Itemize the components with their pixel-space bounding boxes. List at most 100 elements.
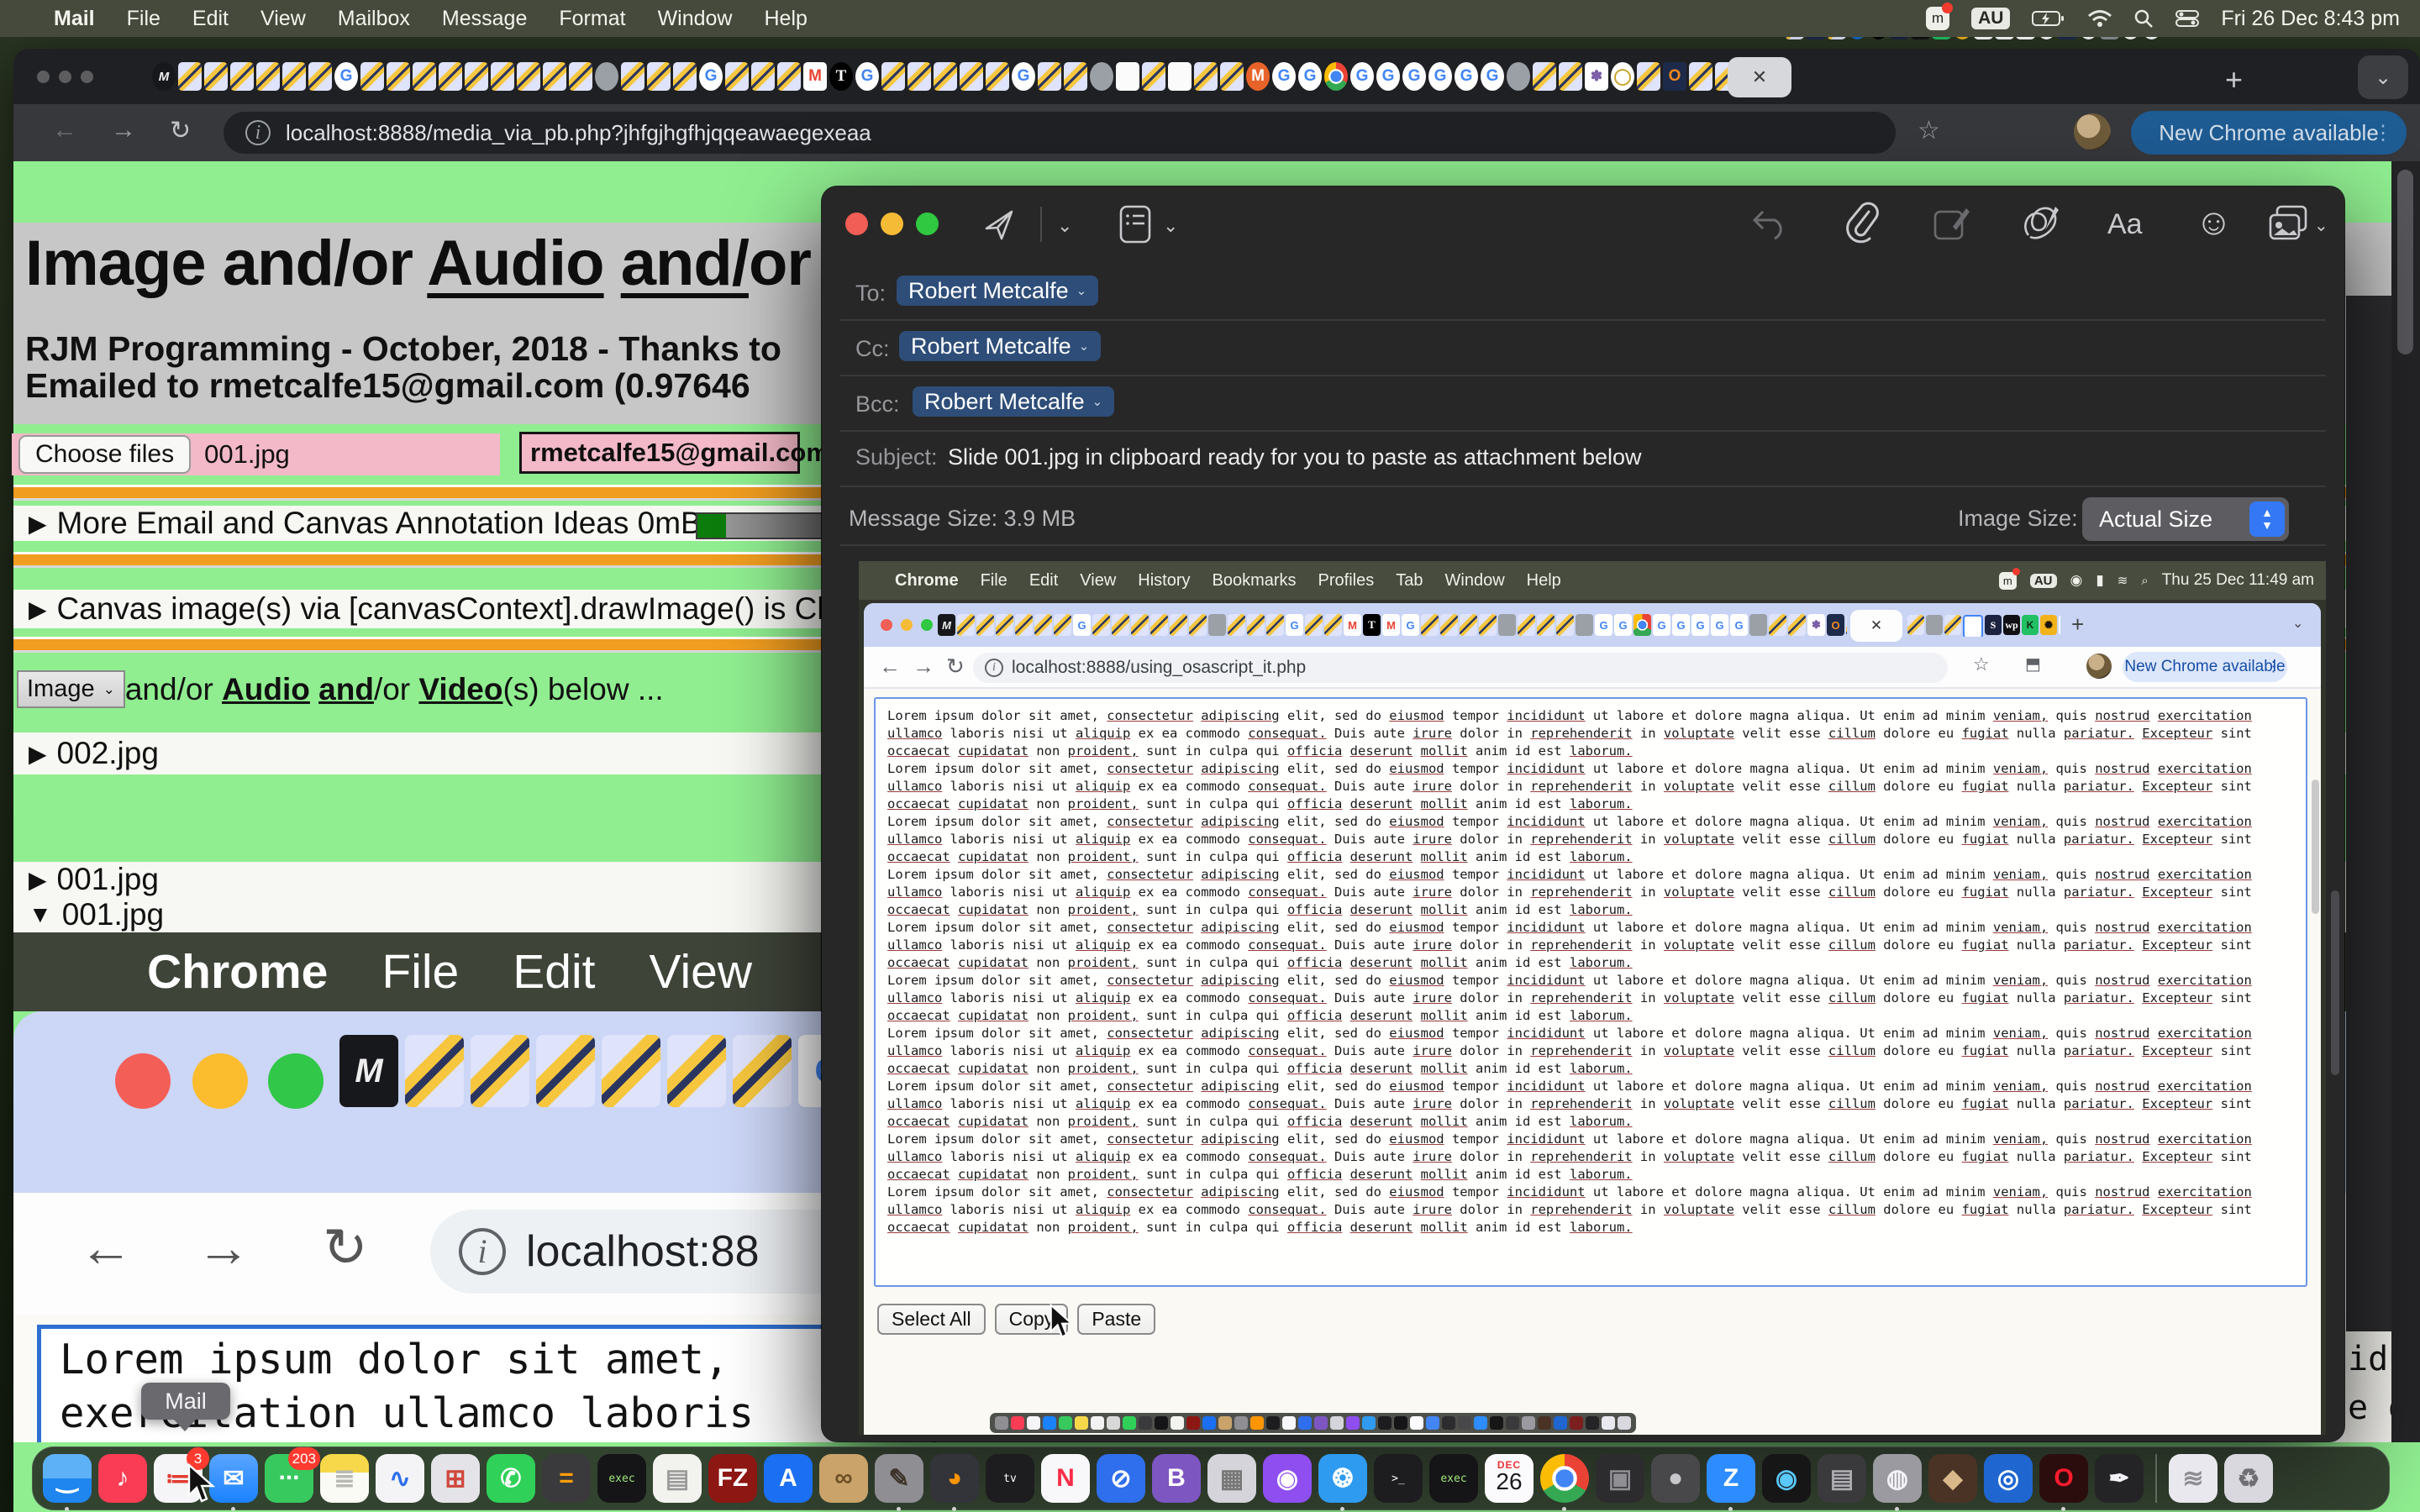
minimize-button-inactive[interactable]: [59, 71, 71, 83]
g-favicon[interactable]: G: [1691, 614, 1709, 636]
p-favicon[interactable]: [1559, 62, 1582, 91]
p-favicon[interactable]: [1228, 614, 1245, 636]
t-favicon[interactable]: T: [829, 62, 853, 91]
subject-field[interactable]: Slide 001.jpg in clipboard ready for you…: [948, 444, 1642, 470]
g-favicon[interactable]: G: [1455, 62, 1478, 91]
menubar-clock[interactable]: Fri 26 Dec 8:43 pm: [2221, 7, 2400, 31]
dock-item-app[interactable]: ◍: [1873, 1454, 1922, 1503]
p-favicon[interactable]: [1034, 614, 1052, 636]
p-favicon[interactable]: [1907, 615, 1924, 635]
p-favicon[interactable]: [934, 62, 957, 91]
p-favicon[interactable]: [308, 62, 332, 91]
p-favicon[interactable]: [1092, 614, 1110, 636]
dock-item-gimp[interactable]: ✎: [875, 1454, 923, 1503]
gray-favicon[interactable]: [1498, 614, 1516, 636]
p-favicon[interactable]: [1479, 614, 1497, 636]
p-favicon[interactable]: [960, 62, 983, 91]
dock-item-bbedit[interactable]: B: [1152, 1454, 1201, 1503]
p-favicon[interactable]: [673, 62, 697, 91]
k-favicon[interactable]: K: [2022, 615, 2039, 635]
p-favicon[interactable]: [1518, 614, 1535, 636]
white-favicon[interactable]: [1116, 62, 1139, 91]
dock-item-opera[interactable]: O: [2039, 1454, 2088, 1503]
forward-icon[interactable]: →: [111, 116, 136, 144]
p-favicon[interactable]: [777, 62, 801, 91]
menu-item-chrome[interactable]: Chrome: [895, 571, 959, 591]
disclosure-triangle-icon[interactable]: ▶: [29, 740, 47, 768]
gmail-favicon[interactable]: M: [1344, 614, 1361, 636]
dock-item-mail[interactable]: ✉: [209, 1454, 258, 1503]
dock-item-blocked-app[interactable]: ⊘: [1097, 1454, 1145, 1503]
disclosure-triangle-icon[interactable]: ▶: [29, 596, 47, 623]
gray-favicon[interactable]: [1507, 62, 1530, 91]
p-favicon[interactable]: [1015, 614, 1033, 636]
p-favicon[interactable]: [647, 62, 671, 91]
p-favicon[interactable]: [405, 1035, 464, 1107]
dock-item-firefox[interactable]: ◕: [930, 1454, 979, 1503]
t-favicon[interactable]: T: [1363, 614, 1381, 636]
format-icon[interactable]: Aa: [2107, 208, 2143, 241]
dock-item-document[interactable]: ▤: [653, 1454, 702, 1503]
dots-favicon[interactable]: ✽: [1585, 62, 1608, 91]
p-favicon[interactable]: [751, 62, 775, 91]
p-favicon[interactable]: [957, 614, 975, 636]
input-source-au[interactable]: AU: [1971, 8, 2010, 29]
p-favicon[interactable]: [1220, 62, 1244, 91]
g-favicon[interactable]: G: [1481, 62, 1504, 91]
mdark-favicon[interactable]: M: [938, 614, 955, 636]
dock-item-handshake-app[interactable]: ∞: [819, 1454, 868, 1503]
dock-item-chrome[interactable]: [1540, 1454, 1589, 1503]
menu-item-edit[interactable]: Edit: [1029, 571, 1058, 591]
wifi-icon[interactable]: [2087, 9, 2112, 28]
disclosure-open-icon[interactable]: ▼: [29, 901, 52, 928]
audio-link[interactable]: Audio: [222, 672, 310, 706]
p-favicon[interactable]: [986, 62, 1009, 91]
select-all-button[interactable]: Select All: [877, 1304, 986, 1335]
p-favicon[interactable]: [1637, 62, 1660, 91]
page-scrollbar[interactable]: [2391, 161, 2420, 1442]
chrome-favicon[interactable]: [1634, 614, 1651, 636]
mdark-favicon[interactable]: M: [339, 1035, 398, 1107]
white-favicon[interactable]: [1168, 62, 1192, 91]
dock-item-podcasts[interactable]: ◉: [1263, 1454, 1312, 1503]
photo-chevron-icon[interactable]: ⌄: [2314, 215, 2328, 236]
p-favicon[interactable]: [1170, 614, 1187, 636]
g-favicon[interactable]: G: [1595, 614, 1612, 636]
zoom-button-inactive[interactable]: [81, 71, 93, 83]
image-size-select[interactable]: Actual Size▲▼: [2082, 497, 2289, 541]
p-favicon[interactable]: [1788, 614, 1806, 636]
dock-item-calendar[interactable]: DEC26: [1485, 1454, 1534, 1503]
to-recipient-pill[interactable]: Robert Metcalfe⌄: [897, 276, 1098, 306]
p-favicon[interactable]: [1131, 614, 1149, 636]
p-favicon[interactable]: [621, 62, 644, 91]
back-icon[interactable]: ←: [52, 116, 77, 144]
bookmark-star-icon[interactable]: ☆: [1918, 116, 1940, 145]
onavy-favicon[interactable]: O: [1663, 62, 1686, 91]
menu-item-message[interactable]: Message: [442, 7, 527, 31]
g-favicon[interactable]: G: [1073, 614, 1091, 636]
scrollbar-thumb[interactable]: [2397, 170, 2413, 354]
dots-favicon[interactable]: ✽: [2059, 615, 2060, 635]
dock-item-safari[interactable]: ❂: [1318, 1454, 1367, 1503]
p-favicon[interactable]: [413, 62, 436, 91]
email-field[interactable]: rmetcalfe15@gmail.com: [519, 432, 800, 474]
markup-icon[interactable]: [1933, 205, 1971, 244]
dock-item-facetime[interactable]: ✆: [487, 1454, 535, 1503]
cc-recipient-pill[interactable]: Robert Metcalfe⌄: [899, 331, 1101, 361]
p-favicon[interactable]: [1054, 614, 1071, 636]
browser-menu-icon[interactable]: ⋮: [2373, 121, 2393, 145]
p-favicon[interactable]: [491, 62, 514, 91]
g-favicon[interactable]: G: [1672, 614, 1690, 636]
pasted-screenshot[interactable]: ChromeFileEditViewHistoryBookmarksProfil…: [859, 561, 2326, 1435]
dock-item-app-store[interactable]: A: [764, 1454, 813, 1503]
active-tab[interactable]: ✕: [1728, 57, 1791, 97]
dock-item-app[interactable]: ◆: [1928, 1454, 1977, 1503]
dock-item-terminal[interactable]: >_: [1374, 1454, 1423, 1503]
onavy-favicon[interactable]: O: [1827, 614, 1844, 636]
p-favicon[interactable]: [1064, 62, 1087, 91]
p-favicon[interactable]: [517, 62, 540, 91]
g-favicon[interactable]: G: [1272, 62, 1296, 91]
g-favicon[interactable]: G: [334, 62, 358, 91]
tab-search-button[interactable]: ⌄: [2358, 55, 2408, 99]
video-link[interactable]: Video: [418, 672, 502, 706]
